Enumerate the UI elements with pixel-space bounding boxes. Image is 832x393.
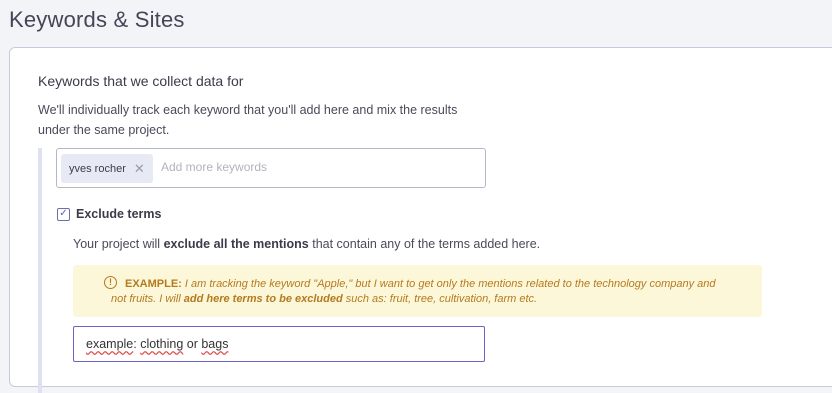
add-keywords-input[interactable] [161, 160, 461, 174]
keywords-card: Keywords that we collect data for We'll … [9, 47, 832, 393]
keywords-heading: Keywords that we collect data for [38, 73, 244, 89]
keyword-chip: yves rocher ✕ [61, 154, 153, 183]
page-title: Keywords & Sites [9, 7, 185, 32]
section-rail [38, 148, 42, 393]
keyword-chip-label: yves rocher [69, 162, 126, 175]
exclude-terms-row[interactable]: ✓ Exclude terms [57, 207, 161, 221]
exclude-terms-input[interactable] [73, 326, 485, 362]
close-icon[interactable]: ✕ [134, 162, 145, 175]
keywords-input-box[interactable]: yves rocher ✕ [56, 148, 486, 188]
keywords-description: We'll individually track each keyword th… [38, 103, 458, 137]
example-callout: ! EXAMPLE: I am tracking the keyword "Ap… [73, 265, 762, 317]
exclude-description: Your project will exclude all the mentio… [73, 237, 541, 251]
exclude-terms-label: Exclude terms [76, 207, 162, 221]
exclude-description-bold: exclude all the mentions [163, 237, 309, 251]
example-text: EXAMPLE: I am tracking the keyword "Appl… [111, 278, 716, 305]
example-label: EXAMPLE: [125, 278, 182, 290]
example-bold: add here terms to be excluded [183, 293, 343, 305]
exclude-terms-checkbox[interactable]: ✓ [57, 207, 70, 221]
